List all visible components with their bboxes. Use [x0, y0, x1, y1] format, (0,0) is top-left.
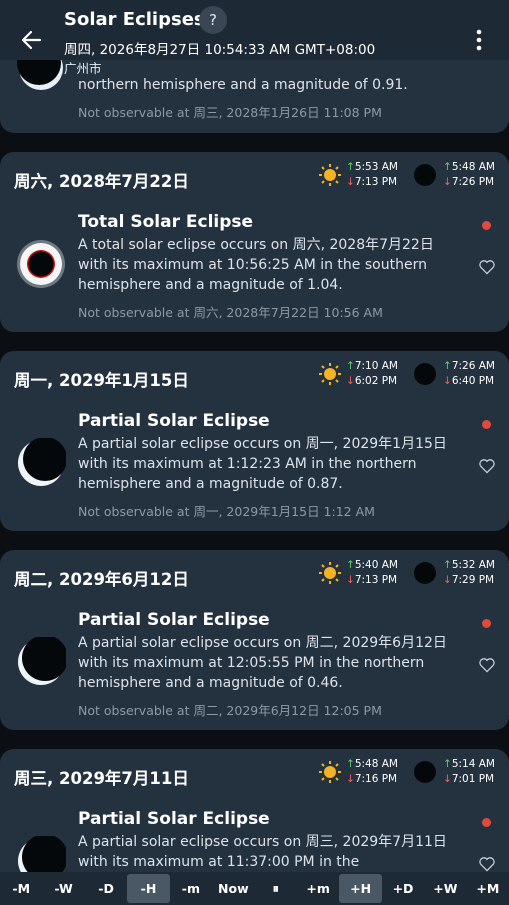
- eclipse-card[interactable]: 周六, 2028年7月22日 ↑5:53 AM ↓7:13 PM ↑5:48 A…: [0, 152, 509, 332]
- page-title: Solar Eclipses: [64, 9, 205, 30]
- card-date: 周二, 2029年6月12日: [14, 570, 189, 589]
- moon-icon: [414, 363, 436, 385]
- moon-rise: ↑5:48 AM: [443, 161, 495, 173]
- status-dot: [482, 818, 491, 827]
- minus-day-button[interactable]: -D: [85, 874, 127, 903]
- moon-rise: ↑5:32 AM: [443, 559, 495, 571]
- eclipse-description: A partial solar eclipse occurs on 周一, 20…: [78, 436, 447, 492]
- card-date: 周三, 2029年7月11日: [14, 769, 189, 788]
- eclipse-title: Total Solar Eclipse: [78, 212, 254, 232]
- eclipse-card[interactable]: 周二, 2029年6月12日 ↑5:40 AM ↓7:13 PM ↑5:32 A…: [0, 550, 509, 730]
- minus-week-button[interactable]: -W: [42, 874, 84, 903]
- plus-hour-button[interactable]: +H: [339, 874, 382, 903]
- status-dot: [482, 221, 491, 230]
- pause-icon[interactable]: ⏸: [255, 874, 297, 903]
- moon-set: ↓7:26 PM: [443, 176, 495, 188]
- help-icon[interactable]: ?: [199, 6, 227, 34]
- moon-rise: ↑7:26 AM: [443, 360, 495, 372]
- sun-icon: [319, 164, 341, 186]
- sun-icon: [319, 761, 341, 783]
- minus-minute-button[interactable]: -m: [170, 874, 212, 903]
- current-datetime: 周四, 2026年8月27日 10:54:33 AM GMT+08:00: [64, 42, 376, 58]
- time-control-bar: -M -W -D -H -m Now ⏸ +m +H +D +W +M: [0, 872, 509, 905]
- status-dot: [482, 619, 491, 628]
- moon-set: ↓6:40 PM: [443, 375, 495, 387]
- card-date: 周六, 2028年7月22日: [14, 172, 189, 191]
- sun-rise: ↑5:53 AM: [346, 161, 398, 173]
- eclipse-card[interactable]: 周一, 2029年1月15日 ↑7:10 AM ↓6:02 PM ↑7:26 A…: [0, 351, 509, 531]
- favorite-heart-icon[interactable]: [478, 458, 496, 474]
- plus-minute-button[interactable]: +m: [297, 874, 339, 903]
- now-button[interactable]: Now: [212, 874, 254, 903]
- sun-set: ↓7:13 PM: [346, 176, 398, 188]
- sun-icon: [319, 363, 341, 385]
- eclipse-description: A partial solar eclipse occurs on 周三, 20…: [78, 834, 447, 870]
- sun-rise: ↑5:40 AM: [346, 559, 398, 571]
- eclipse-description: A partial solar eclipse occurs on 周二, 20…: [78, 635, 447, 691]
- eclipse-title: Partial Solar Eclipse: [78, 610, 270, 630]
- eclipse-description: A total solar eclipse occurs on 周六, 2028…: [78, 237, 434, 293]
- location-label: 广州市: [64, 61, 102, 76]
- partial-eclipse-image: [16, 437, 67, 488]
- favorite-heart-icon[interactable]: [478, 657, 496, 673]
- observability-note: Not observable at 周二, 2029年6月12日 12:05 P…: [78, 703, 382, 718]
- eclipse-description: northern hemisphere and a magnitude of 0…: [78, 77, 408, 93]
- favorite-heart-icon[interactable]: [478, 259, 496, 275]
- moon-set: ↓7:01 PM: [443, 773, 495, 785]
- plus-week-button[interactable]: +W: [424, 874, 466, 903]
- minus-month-button[interactable]: -M: [0, 874, 42, 903]
- eclipse-title: Partial Solar Eclipse: [78, 809, 270, 829]
- moon-rise: ↑5:14 AM: [443, 758, 495, 770]
- eclipse-title: Partial Solar Eclipse: [78, 411, 270, 431]
- back-arrow-icon[interactable]: [18, 26, 46, 54]
- partial-eclipse-image: [16, 635, 68, 687]
- eclipse-list[interactable]: northern hemisphere and a magnitude of 0…: [0, 0, 509, 905]
- total-eclipse-image: [16, 239, 66, 289]
- sun-icon: [319, 562, 341, 584]
- sun-set: ↓7:16 PM: [346, 773, 398, 785]
- app-header: Solar Eclipses ? 周四, 2026年8月27日 10:54:33…: [0, 0, 509, 60]
- card-date: 周一, 2029年1月15日: [14, 371, 189, 390]
- plus-day-button[interactable]: +D: [382, 874, 424, 903]
- moon-icon: [414, 164, 436, 186]
- sun-set: ↓6:02 PM: [346, 375, 398, 387]
- observability-note: Not observable at 周六, 2028年7月22日 10:56 A…: [78, 305, 383, 320]
- more-vert-icon[interactable]: [467, 28, 491, 52]
- moon-icon: [414, 761, 436, 783]
- observability-note: Not observable at 周一, 2029年1月15日 1:12 AM: [78, 504, 375, 519]
- minus-hour-button[interactable]: -H: [127, 874, 170, 903]
- moon-icon: [414, 562, 436, 584]
- sun-set: ↓7:13 PM: [346, 574, 398, 586]
- moon-set: ↓7:29 PM: [443, 574, 495, 586]
- plus-month-button[interactable]: +M: [467, 874, 509, 903]
- sun-rise: ↑5:48 AM: [346, 758, 398, 770]
- favorite-heart-icon[interactable]: [478, 856, 496, 872]
- observability-note: Not observable at 周三, 2028年1月26日 11:08 P…: [78, 105, 382, 120]
- sun-rise: ↑7:10 AM: [346, 360, 398, 372]
- status-dot: [482, 420, 491, 429]
